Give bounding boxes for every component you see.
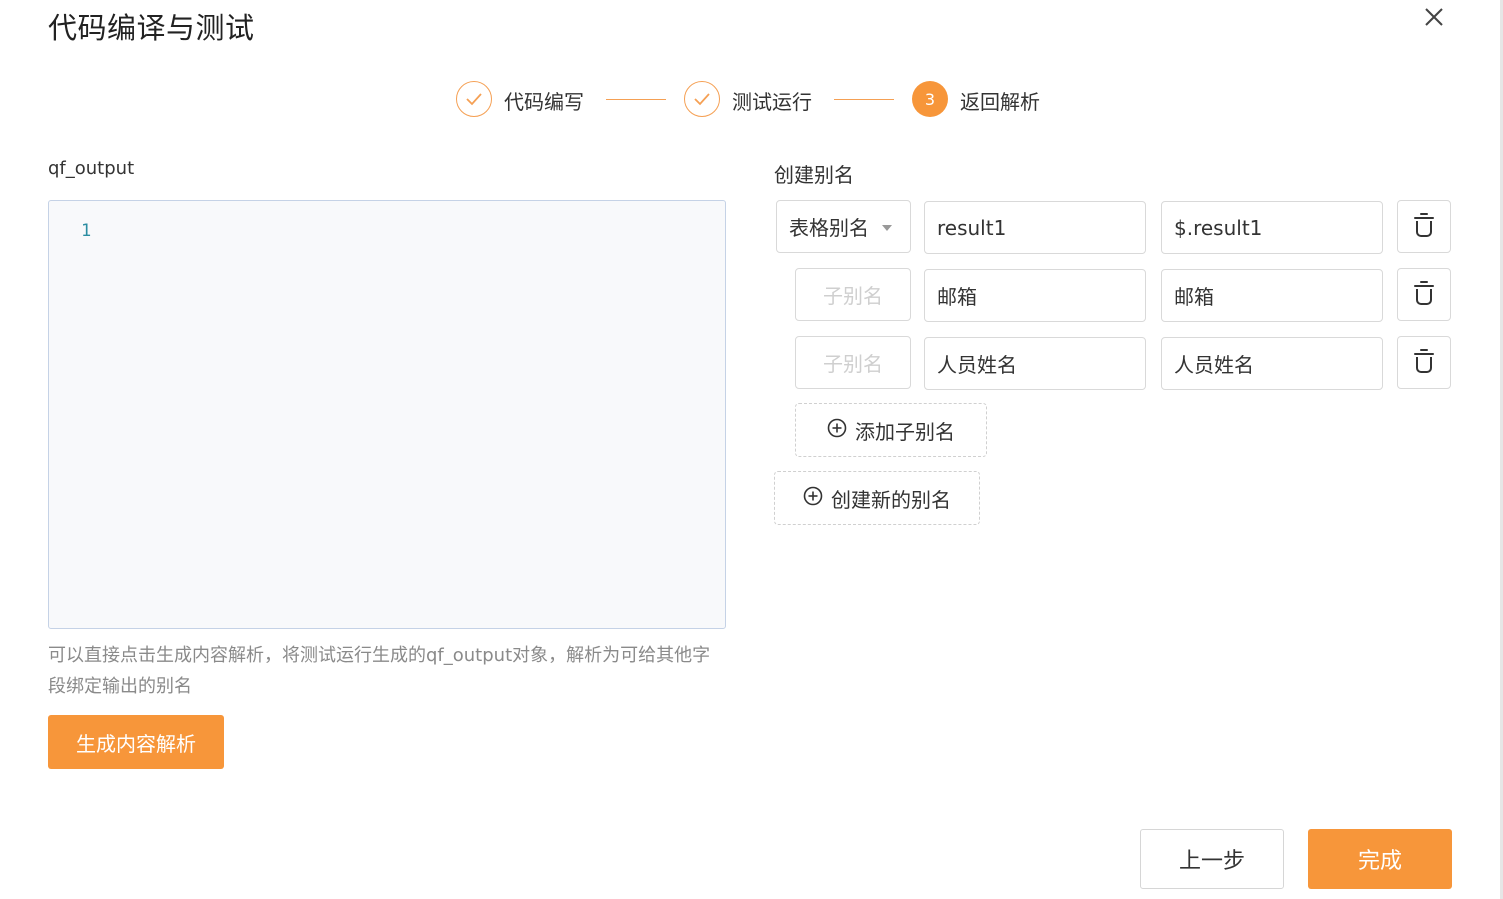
caret-down-icon	[882, 225, 892, 231]
plus-circle-icon	[827, 418, 847, 443]
alias-type-select[interactable]: 表格别名	[776, 200, 911, 253]
add-sub-alias-label: 添加子别名	[855, 419, 955, 444]
step-1-check-icon	[456, 81, 492, 117]
code-compile-test-dialog: 代码编译与测试 代码编写 测试运行 3 返回解析 qf_output 1 可以直…	[0, 0, 1503, 899]
finish-button[interactable]: 完成	[1308, 829, 1452, 889]
close-button[interactable]	[1420, 5, 1448, 33]
sub-alias-name-input[interactable]: 人员姓名	[924, 337, 1146, 390]
trash-icon	[1413, 348, 1435, 378]
close-icon	[1424, 7, 1444, 31]
step-connector	[606, 99, 666, 100]
alias-section-label: 创建别名	[774, 163, 854, 187]
plus-circle-icon	[803, 486, 823, 511]
steps-bar: 代码编写 测试运行 3 返回解析	[0, 80, 1503, 120]
previous-step-button[interactable]: 上一步	[1140, 829, 1284, 889]
alias-name-input[interactable]: result1	[924, 201, 1146, 254]
sub-alias-path-input[interactable]: 邮箱	[1161, 269, 1383, 322]
step-3-number: 3	[912, 81, 948, 117]
sub-alias-placeholder-field[interactable]: 子别名	[795, 336, 911, 389]
dialog-title: 代码编译与测试	[48, 11, 255, 45]
trash-icon	[1413, 280, 1435, 310]
step-3-label: 返回解析	[960, 90, 1040, 114]
hint-text: 可以直接点击生成内容解析，将测试运行生成的qf_output对象，解析为可给其他…	[48, 645, 711, 697]
trash-icon	[1413, 212, 1435, 242]
step-1-label: 代码编写	[504, 90, 584, 114]
create-new-alias-button[interactable]: 创建新的别名	[774, 471, 980, 525]
alias-type-value: 表格别名	[789, 216, 869, 240]
line-number: 1	[81, 221, 92, 241]
delete-sub-alias-button[interactable]	[1397, 336, 1451, 389]
step-2-check-icon	[684, 81, 720, 117]
sub-alias-placeholder-field[interactable]: 子别名	[795, 268, 911, 321]
create-new-alias-label: 创建新的别名	[831, 487, 951, 512]
editor-label: qf_output	[48, 158, 135, 179]
step-2-label: 测试运行	[732, 90, 812, 114]
step-connector	[834, 99, 894, 100]
sub-alias-path-input[interactable]: 人员姓名	[1161, 337, 1383, 390]
sub-alias-name-input[interactable]: 邮箱	[924, 269, 1146, 322]
add-sub-alias-button[interactable]: 添加子别名	[795, 403, 987, 457]
delete-alias-button[interactable]	[1397, 200, 1451, 253]
delete-sub-alias-button[interactable]	[1397, 268, 1451, 321]
code-editor[interactable]: 1	[48, 200, 726, 629]
generate-parse-button[interactable]: 生成内容解析	[48, 715, 224, 769]
alias-path-input[interactable]: $.result1	[1161, 201, 1383, 254]
